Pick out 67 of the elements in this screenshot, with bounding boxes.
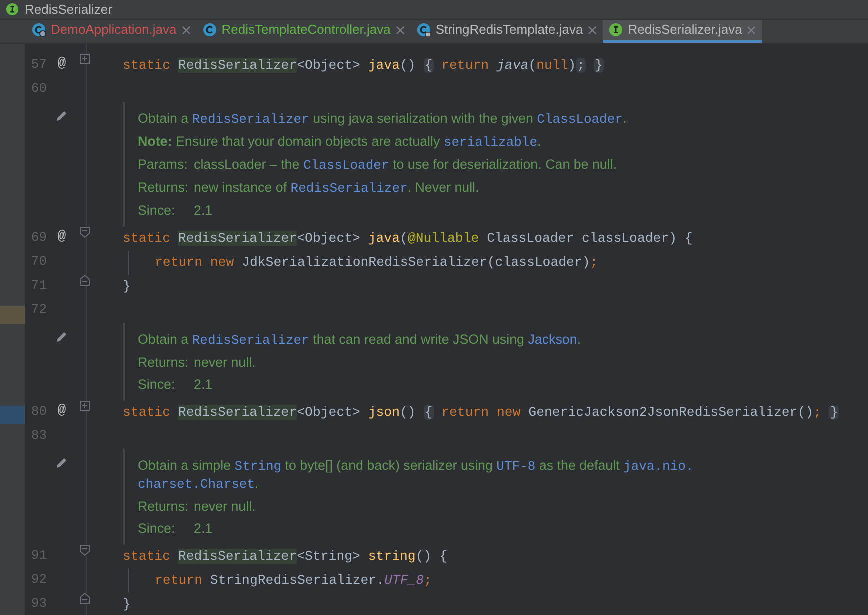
pencil-icon[interactable] — [56, 331, 68, 343]
doc-tag-text: 2.1 — [194, 376, 213, 393]
editor-tab[interactable]: StringRedisTemplate.java — [410, 20, 604, 43]
fold-icon[interactable] — [80, 275, 90, 286]
doc-tag-label: Returns: — [138, 498, 190, 515]
code-link[interactable]: RedisSerializer — [192, 333, 310, 348]
editor-tab[interactable]: DemoApplication.java — [26, 20, 197, 43]
code-line: static RedisSerializer<Object> json() { return new GenericJackson2JsonRedisSerializer(); } — [123, 404, 840, 422]
editor-tab[interactable]: RedisTemplateController.java — [196, 20, 411, 43]
close-icon[interactable] — [182, 26, 191, 34]
doc-tag-label: Since: — [138, 520, 176, 537]
code-link[interactable]: serializable — [444, 135, 538, 150]
override-marker[interactable]: @ — [58, 401, 66, 422]
class-icon — [609, 23, 624, 37]
override-marker[interactable]: @ — [58, 54, 66, 75]
doc-tag-label: Since: — [138, 202, 176, 219]
doc-text: Obtain a RedisSerializer using java serialization with the given ClassLoader. — [138, 110, 628, 128]
doc-tag-text: 2.1 — [194, 520, 213, 537]
code-link[interactable]: RedisSerializer — [192, 112, 310, 127]
pencil-icon[interactable] — [56, 110, 68, 122]
fold-icon[interactable] — [80, 593, 90, 604]
code-link[interactable]: ClassLoader — [303, 158, 390, 173]
expand-icon[interactable] — [80, 54, 90, 64]
code-line: return StringRedisSerializer.UTF_8; — [155, 572, 432, 590]
class-icon — [32, 23, 46, 37]
doc-tag-label: Since: — [138, 376, 176, 393]
tab-label: DemoApplication.java — [51, 21, 177, 40]
tab-label: StringRedisTemplate.java — [436, 21, 584, 40]
editor-tab[interactable]: RedisSerializer.java — [603, 20, 762, 43]
code-line: return new JdkSerializationRedisSerializer(classLoader); — [155, 254, 598, 272]
doc-text: Obtain a RedisSerializer that can read and write JSON using Jackson. — [138, 331, 582, 349]
doc-tag-text: never null. — [194, 498, 256, 515]
doc-tag-text: never null. — [194, 354, 256, 371]
doc-tag-label: Returns: — [138, 179, 190, 197]
close-icon[interactable] — [588, 26, 598, 34]
code-link[interactable]: RedisSerializer — [290, 181, 408, 196]
doc-text: Note: Ensure that your domain objects are actually serializable. — [138, 133, 542, 151]
tab-label: RedisSerializer.java — [628, 21, 742, 40]
code-line: static RedisSerializer<Object> java(@Nullable ClassLoader classLoader) { — [123, 230, 693, 248]
fold-icon[interactable] — [80, 227, 90, 238]
breadcrumb-item[interactable]: RedisSerializer — [25, 3, 112, 16]
code-link[interactable]: java.nio. — [624, 459, 694, 474]
code-link[interactable]: String — [234, 459, 282, 474]
code-line: } — [123, 596, 131, 614]
pencil-icon[interactable] — [56, 457, 68, 469]
fold-icon[interactable] — [80, 545, 90, 556]
class-icon — [202, 23, 217, 37]
override-marker[interactable]: @ — [58, 227, 66, 248]
code-link[interactable]: ClassLoader — [537, 112, 623, 127]
code-link[interactable]: charset.Charset — [138, 477, 256, 492]
close-icon[interactable] — [747, 26, 756, 34]
doc-tag-text: 2.1 — [194, 202, 213, 219]
class-icon — [416, 23, 431, 37]
doc-link[interactable]: Jackson — [528, 332, 578, 347]
code-line: static RedisSerializer<Object> java() { return java(null); } — [123, 57, 604, 76]
doc-text: Obtain a simple String to byte[] (and back) serializer using UTF-8 as the default java.nio. charset.Charset. — [138, 457, 695, 493]
expand-icon[interactable] — [80, 401, 90, 411]
doc-tag-text: new instance of RedisSerializer. Never null. — [194, 179, 480, 197]
close-icon[interactable] — [396, 26, 405, 34]
tab-label: RedisTemplateController.java — [222, 21, 391, 40]
code-line: static RedisSerializer<String> string() { — [123, 548, 448, 566]
code-line: } — [123, 278, 131, 296]
interface-icon — [6, 3, 19, 16]
doc-tag-label: Returns: — [138, 354, 190, 371]
doc-tag-label: Params: — [138, 156, 189, 174]
doc-tag-text: classLoader – the ClassLoader to use for deserialization. Can be null. — [194, 156, 618, 174]
code-link[interactable]: UTF-8 — [496, 459, 536, 474]
